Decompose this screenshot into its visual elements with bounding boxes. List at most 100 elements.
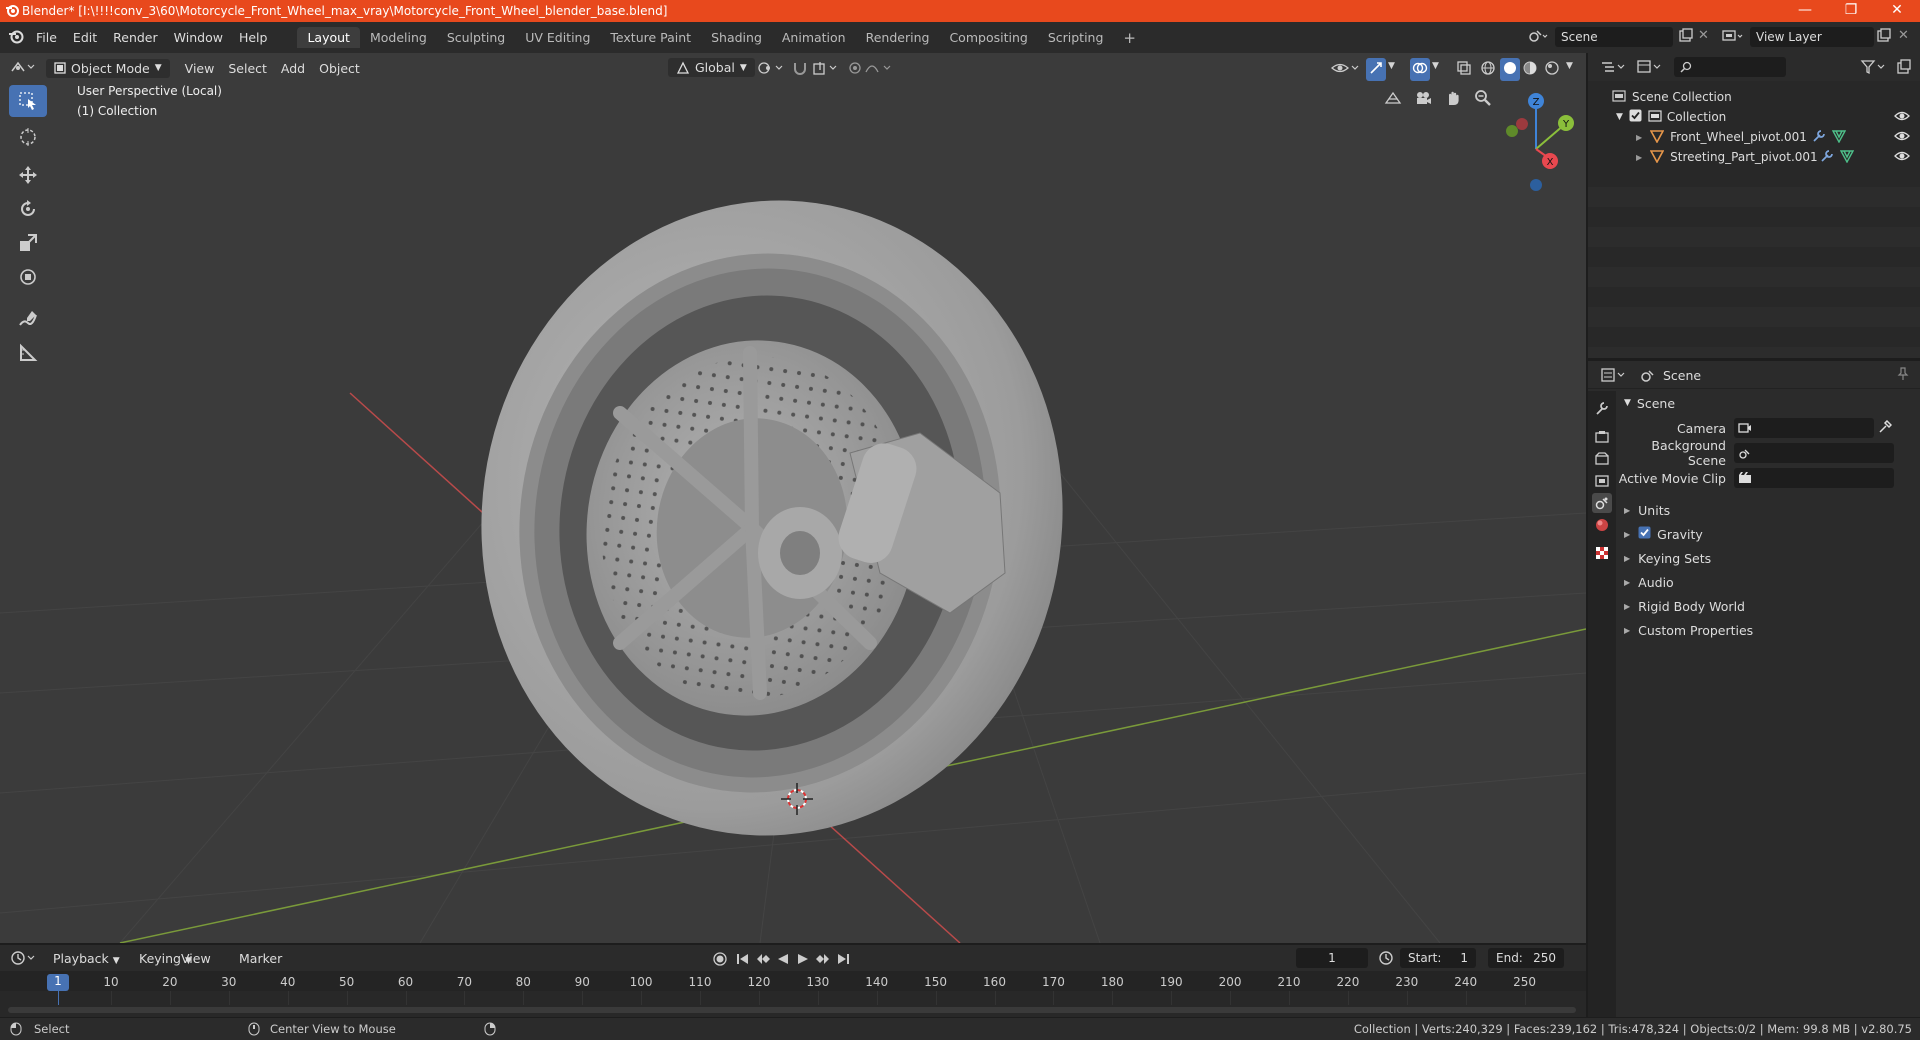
start-frame-field[interactable]: Start: 1 (1400, 948, 1476, 968)
record-keyframes-icon[interactable] (712, 951, 728, 970)
preview-range-clock-icon[interactable] (1378, 950, 1394, 969)
motorcycle-wheel-model[interactable] (441, 163, 1104, 874)
move-tool[interactable] (9, 159, 47, 191)
scale-tool[interactable] (9, 227, 47, 259)
display-mode-icon[interactable] (1636, 59, 1662, 78)
proportional-edit-icon[interactable] (848, 60, 894, 79)
include-checkbox[interactable] (1629, 109, 1642, 125)
mesh-data-icon[interactable] (1831, 129, 1847, 146)
solid-shading-icon[interactable] (1500, 58, 1520, 81)
gravity-checkbox[interactable] (1638, 526, 1651, 542)
menu-marker[interactable]: Marker (232, 948, 289, 969)
expand-arrow-icon[interactable]: ▼ (1616, 112, 1623, 122)
jump-to-keyframe-forward-icon[interactable] (815, 951, 831, 970)
measure-tool[interactable] (9, 337, 47, 369)
scene-tab-icon[interactable] (1592, 493, 1612, 513)
jump-to-keyframe-back-icon[interactable] (755, 951, 771, 970)
menu-help[interactable]: Help (231, 30, 276, 45)
play-icon[interactable] (796, 951, 810, 970)
menu-window[interactable]: Window (166, 30, 231, 45)
tab-modeling[interactable]: Modeling (360, 27, 437, 48)
snap-icon[interactable] (792, 60, 810, 79)
material-shading-icon[interactable] (1522, 60, 1538, 79)
delete-view-layer-icon[interactable]: ✕ (1898, 28, 1909, 43)
subpanel-rigid-body-world[interactable]: ▶ Rigid Body World (1618, 595, 1918, 617)
pan-view-hand-icon[interactable] (1440, 85, 1466, 111)
menu-select[interactable]: Select (221, 58, 274, 79)
tab-sculpting[interactable]: Sculpting (437, 27, 515, 48)
tab-compositing[interactable]: Compositing (939, 27, 1037, 48)
gizmo-toggle-icon[interactable] (1366, 58, 1386, 81)
subpanel-audio[interactable]: ▶ Audio (1618, 571, 1918, 593)
chevron-down-icon[interactable]: ▼ (1388, 61, 1395, 71)
menu-view[interactable]: View (178, 58, 222, 79)
navigation-gizmo[interactable]: Z Y X (1490, 81, 1580, 191)
menu-edit[interactable]: Edit (65, 30, 105, 45)
jump-to-end-icon[interactable] (836, 951, 850, 970)
timeline-scrollbar[interactable] (8, 1007, 1576, 1013)
overlays-toggle-icon[interactable] (1410, 58, 1430, 81)
transform-orientation-dropdown[interactable]: Global ▼ (668, 58, 755, 77)
tab-texture-paint[interactable]: Texture Paint (600, 27, 701, 48)
subpanel-keying-sets[interactable]: ▶ Keying Sets (1618, 547, 1918, 569)
output-tab-icon[interactable] (1592, 449, 1612, 469)
pin-icon[interactable] (1896, 367, 1910, 384)
modifier-wrench-icon[interactable] (1812, 129, 1826, 146)
tab-uv-editing[interactable]: UV Editing (515, 27, 600, 48)
editor-type-icon[interactable] (10, 59, 36, 78)
close-window-button[interactable]: ✕ (1874, 0, 1920, 22)
select-box-tool[interactable] (9, 85, 47, 117)
subpanel-units[interactable]: ▶ Units (1618, 499, 1918, 521)
end-frame-field[interactable]: End: 250 (1488, 948, 1564, 968)
outliner-row-scene-collection[interactable]: Scene Collection (1588, 87, 1920, 107)
wireframe-shading-icon[interactable] (1480, 60, 1496, 79)
modifier-wrench-icon[interactable] (1820, 149, 1834, 166)
menu-add[interactable]: Add (274, 58, 312, 79)
tool-tab-icon[interactable] (1592, 399, 1612, 419)
rotate-tool[interactable] (9, 193, 47, 225)
annotate-tool[interactable] (9, 303, 47, 335)
scene-name-field[interactable]: Scene (1555, 27, 1673, 47)
tab-rendering[interactable]: Rendering (856, 27, 940, 48)
neg-y-axis-handle[interactable] (1506, 125, 1518, 137)
timeline-editor-type-icon[interactable] (10, 950, 36, 969)
toggle-camera-view-icon[interactable] (1380, 85, 1406, 111)
cursor-tool[interactable] (9, 121, 47, 153)
rendered-shading-icon[interactable] (1544, 60, 1560, 79)
expand-arrow-icon[interactable]: ▶ (1636, 133, 1642, 142)
delete-scene-icon[interactable]: ✕ (1698, 28, 1709, 43)
eye-visibility-icon[interactable] (1894, 130, 1910, 145)
outliner-search-field[interactable] (1674, 57, 1786, 77)
mesh-data-icon[interactable] (1839, 149, 1855, 166)
blender-menu-icon[interactable] (8, 28, 24, 47)
view-layer-tab-icon[interactable] (1592, 471, 1612, 491)
current-frame-marker[interactable]: 1 (47, 974, 69, 991)
outliner-row-collection[interactable]: ▼ Collection (1588, 107, 1920, 127)
new-scene-icon[interactable] (1678, 28, 1694, 47)
menu-object[interactable]: Object (312, 58, 367, 79)
camera-view-icon[interactable] (1410, 85, 1436, 111)
tab-layout[interactable]: Layout (297, 27, 360, 48)
current-frame-field[interactable]: 1 (1296, 948, 1368, 968)
background-scene-field[interactable] (1734, 443, 1894, 463)
add-workspace-button[interactable]: + (1113, 26, 1146, 50)
eyedropper-icon[interactable] (1878, 419, 1893, 437)
filter-icon[interactable] (1860, 59, 1886, 78)
render-tab-icon[interactable] (1592, 427, 1612, 447)
neg-z-axis-handle[interactable] (1530, 179, 1542, 191)
new-collection-icon[interactable] (1896, 59, 1912, 78)
subpanel-custom-properties[interactable]: ▶ Custom Properties (1618, 619, 1918, 641)
mode-dropdown[interactable]: Object Mode ▼ (46, 58, 170, 78)
menu-timeline-view[interactable]: View (174, 948, 218, 969)
expand-arrow-icon[interactable]: ▶ (1636, 153, 1642, 162)
subpanel-gravity[interactable]: ▶ Gravity (1618, 523, 1918, 545)
eye-visibility-icon[interactable] (1894, 110, 1910, 125)
minimize-button[interactable]: — (1782, 0, 1828, 22)
menu-render[interactable]: Render (105, 30, 166, 45)
chevron-down-icon[interactable]: ▼ (1566, 61, 1573, 71)
tab-animation[interactable]: Animation (772, 27, 856, 48)
texture-tab-icon[interactable] (1592, 543, 1612, 563)
scene-panel-header[interactable]: ▼ Scene (1618, 392, 1918, 414)
properties-editor-type-icon[interactable] (1600, 367, 1626, 386)
active-movie-clip-field[interactable] (1734, 468, 1894, 488)
